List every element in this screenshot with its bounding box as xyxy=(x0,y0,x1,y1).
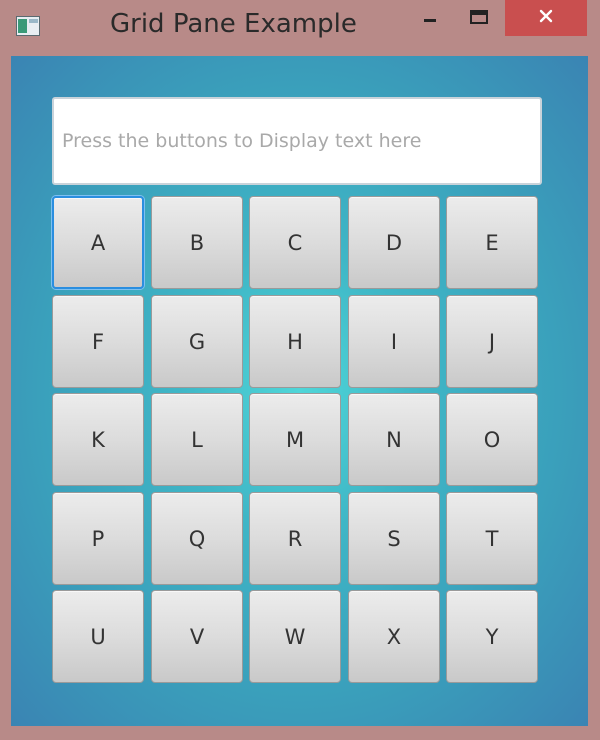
letter-button-p[interactable]: P xyxy=(52,492,144,585)
letter-button-u[interactable]: U xyxy=(52,590,144,683)
minimize-icon xyxy=(422,9,438,29)
letter-button-m[interactable]: M xyxy=(249,393,341,486)
minimize-button[interactable] xyxy=(410,0,450,38)
letter-button-i[interactable]: I xyxy=(348,295,440,388)
letter-button-t[interactable]: T xyxy=(446,492,538,585)
close-button[interactable] xyxy=(505,0,587,36)
maximize-icon xyxy=(469,8,489,30)
letter-button-l[interactable]: L xyxy=(151,393,243,486)
letter-button-r[interactable]: R xyxy=(249,492,341,585)
letter-button-c[interactable]: C xyxy=(249,196,341,289)
letter-button-j[interactable]: J xyxy=(446,295,538,388)
letter-button-s[interactable]: S xyxy=(348,492,440,585)
letter-button-n[interactable]: N xyxy=(348,393,440,486)
letter-button-grid: ABCDE FGHIJ KLMNO PQRST UVWXY xyxy=(52,196,539,686)
letter-button-w[interactable]: W xyxy=(249,590,341,683)
letter-button-g[interactable]: G xyxy=(151,295,243,388)
letter-button-y[interactable]: Y xyxy=(446,590,538,683)
letter-button-f[interactable]: F xyxy=(52,295,144,388)
maximize-button[interactable] xyxy=(458,0,500,38)
grid-pane: ABCDE FGHIJ KLMNO PQRST UVWXY xyxy=(11,56,588,726)
letter-button-a[interactable]: A xyxy=(52,196,144,289)
letter-button-e[interactable]: E xyxy=(446,196,538,289)
letter-button-q[interactable]: Q xyxy=(151,492,243,585)
letter-button-k[interactable]: K xyxy=(52,393,144,486)
letter-button-v[interactable]: V xyxy=(151,590,243,683)
letter-button-o[interactable]: O xyxy=(446,393,538,486)
letter-button-d[interactable]: D xyxy=(348,196,440,289)
letter-button-x[interactable]: X xyxy=(348,590,440,683)
letter-button-h[interactable]: H xyxy=(249,295,341,388)
app-icon xyxy=(16,16,40,36)
letter-button-b[interactable]: B xyxy=(151,196,243,289)
window-title: Grid Pane Example xyxy=(110,9,357,39)
application-window: Grid Pane Example Press the buttons to D… xyxy=(0,0,600,740)
close-icon xyxy=(537,7,555,29)
display-text-field[interactable] xyxy=(52,97,542,185)
title-bar[interactable]: Grid Pane Example xyxy=(0,0,600,54)
